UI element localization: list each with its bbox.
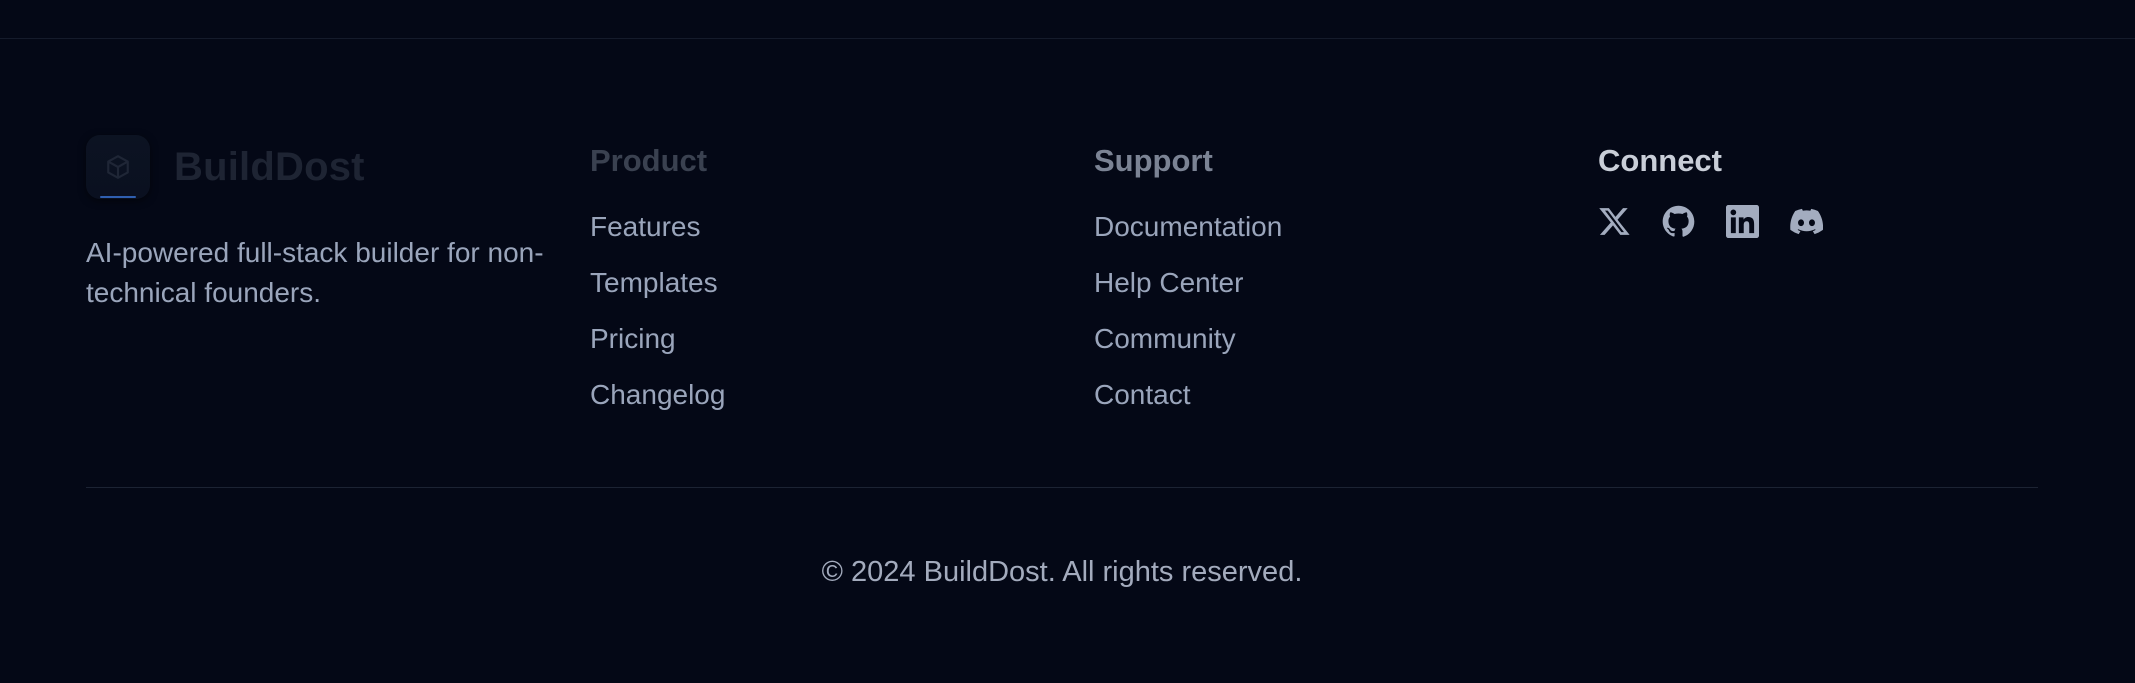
- top-divider: [0, 38, 2135, 39]
- github-icon: [1662, 205, 1695, 237]
- link-help-center[interactable]: Help Center: [1094, 265, 1598, 321]
- link-pricing[interactable]: Pricing: [590, 321, 1094, 377]
- x-twitter-icon: [1599, 208, 1630, 235]
- support-heading: Support: [1094, 143, 1213, 178]
- social-links: [1598, 205, 2038, 238]
- product-column: Product Features Templates Pricing Chang…: [590, 135, 1094, 433]
- link-changelog[interactable]: Changelog: [590, 377, 1094, 433]
- brand-name: BuildDost: [174, 144, 365, 189]
- connect-heading: Connect: [1598, 143, 1722, 178]
- cube-icon: [107, 155, 129, 179]
- github-link[interactable]: [1662, 205, 1695, 238]
- copyright-text: © 2024 BuildDost. All rights reserved.: [821, 556, 1303, 588]
- x-twitter-link[interactable]: [1598, 205, 1631, 238]
- brand-column: BuildDost AI-powered full-stack builder …: [86, 135, 590, 433]
- support-column: Support Documentation Help Center Commun…: [1094, 135, 1598, 433]
- link-documentation[interactable]: Documentation: [1094, 209, 1598, 265]
- product-links: Features Templates Pricing Changelog: [590, 209, 1094, 433]
- site-footer: BuildDost AI-powered full-stack builder …: [86, 135, 2038, 433]
- linkedin-link[interactable]: [1726, 205, 1759, 238]
- brand-tagline: AI-powered full-stack builder for non-te…: [86, 237, 544, 308]
- footer-divider: [86, 487, 2038, 488]
- linkedin-icon: [1726, 205, 1759, 238]
- product-heading: Product: [590, 143, 708, 178]
- link-features[interactable]: Features: [590, 209, 1094, 265]
- logo: [86, 135, 150, 199]
- discord-icon: [1790, 208, 1823, 235]
- link-templates[interactable]: Templates: [590, 265, 1094, 321]
- link-contact[interactable]: Contact: [1094, 377, 1598, 433]
- connect-column: Connect: [1598, 135, 2038, 433]
- footer-columns: BuildDost AI-powered full-stack builder …: [86, 135, 2038, 433]
- brand[interactable]: BuildDost: [86, 135, 590, 199]
- discord-link[interactable]: [1790, 205, 1823, 238]
- support-links: Documentation Help Center Community Cont…: [1094, 209, 1598, 433]
- link-community[interactable]: Community: [1094, 321, 1598, 377]
